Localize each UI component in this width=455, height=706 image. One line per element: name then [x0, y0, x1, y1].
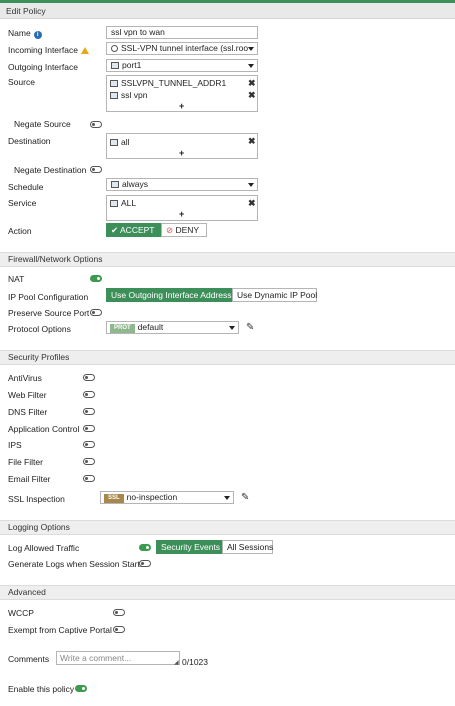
address-icon: [110, 80, 118, 87]
section-security-profiles: Security Profiles: [0, 350, 455, 365]
negate-destination-label: Negate Destination: [14, 165, 87, 175]
info-icon[interactable]: i: [33, 31, 42, 39]
add-icon[interactable]: +: [179, 149, 184, 158]
incoming-interface-select[interactable]: SSL-VPN tunnel interface (ssl.roo: [106, 42, 258, 55]
deny-button[interactable]: ⊘ DENY: [161, 223, 207, 237]
email-filter-toggle[interactable]: [83, 475, 95, 482]
comment-counter: 0/1023: [182, 657, 208, 667]
web-filter-toggle[interactable]: [83, 391, 95, 398]
pencil-icon[interactable]: ✎: [241, 493, 249, 503]
name-label: Name i: [8, 28, 42, 39]
destination-label: Destination: [8, 136, 51, 146]
chevron-down-icon: [248, 183, 254, 187]
destination-list[interactable]: all ✖ +: [106, 133, 258, 159]
page-title: Edit Policy: [0, 3, 455, 19]
security-events-button[interactable]: Security Events: [156, 540, 222, 554]
preserve-source-port-toggle[interactable]: [90, 309, 102, 316]
enable-policy-label: Enable this policy: [8, 684, 75, 694]
protocol-options-select[interactable]: PROT default: [106, 321, 239, 334]
schedule-label: Schedule: [8, 182, 44, 192]
pencil-icon[interactable]: ✎: [246, 323, 254, 333]
port-icon: [111, 62, 119, 69]
wccp-label: WCCP: [8, 608, 34, 618]
comment-textarea[interactable]: Write a comment...: [56, 651, 180, 665]
source-list[interactable]: SSLVPN_TUNNEL_ADDR1 ✖ ssl vpn ✖ +: [106, 75, 258, 112]
nat-label: NAT: [8, 274, 25, 284]
list-item: ALL: [110, 198, 136, 209]
antivirus-toggle[interactable]: [83, 374, 95, 381]
resize-handle-icon[interactable]: ◢: [174, 659, 179, 666]
source-label: Source: [8, 77, 35, 87]
ssl-inspection-select[interactable]: SSL no-inspection: [100, 491, 234, 504]
outgoing-interface-label: Outgoing Interface: [8, 62, 78, 72]
remove-icon[interactable]: ✖: [248, 91, 256, 100]
ssl-inspection-label: SSL Inspection: [8, 494, 65, 504]
outgoing-interface-select[interactable]: port1: [106, 59, 258, 72]
service-list[interactable]: ALL ✖ +: [106, 195, 258, 221]
name-input[interactable]: ssl vpn to wan: [106, 26, 258, 39]
list-item: all: [110, 137, 130, 148]
section-advanced: Advanced: [0, 585, 455, 600]
action-label: Action: [8, 226, 32, 236]
ips-toggle[interactable]: [83, 441, 95, 448]
file-filter-label: File Filter: [8, 457, 43, 467]
log-allowed-traffic-toggle[interactable]: [139, 544, 151, 551]
remove-icon[interactable]: ✖: [248, 199, 256, 208]
ssl-badge: SSL: [104, 494, 124, 503]
add-icon[interactable]: +: [179, 102, 184, 111]
address-icon: [110, 139, 118, 146]
file-filter-toggle[interactable]: [83, 458, 95, 465]
antivirus-label: AntiVirus: [8, 373, 42, 383]
chevron-down-icon: [229, 326, 235, 330]
check-icon: ✔: [111, 225, 121, 235]
list-item: ssl vpn: [110, 90, 147, 101]
section-logging-options: Logging Options: [0, 520, 455, 535]
chevron-down-icon: [248, 64, 254, 68]
dns-filter-toggle[interactable]: [83, 408, 95, 415]
negate-destination-toggle[interactable]: [90, 166, 102, 173]
chevron-down-icon: [224, 496, 230, 500]
exempt-captive-portal-label: Exempt from Captive Portal: [8, 625, 112, 635]
negate-source-label: Negate Source: [14, 119, 71, 129]
log-allowed-traffic-label: Log Allowed Traffic: [8, 543, 80, 553]
dns-filter-label: DNS Filter: [8, 407, 48, 417]
negate-source-toggle[interactable]: [90, 121, 102, 128]
ips-label: IPS: [8, 440, 22, 450]
accept-button[interactable]: ✔ ACCEPT: [106, 223, 161, 237]
chevron-down-icon: [248, 47, 254, 51]
exempt-captive-portal-toggle[interactable]: [113, 626, 125, 633]
tunnel-icon: [111, 45, 118, 52]
comments-label: Comments: [8, 654, 50, 664]
list-item: SSLVPN_TUNNEL_ADDR1: [110, 78, 226, 89]
enable-policy-toggle[interactable]: [75, 685, 87, 692]
ip-pool-label: IP Pool Configuration: [8, 292, 89, 302]
protocol-options-label: Protocol Options: [8, 324, 71, 334]
schedule-select[interactable]: always: [106, 178, 258, 191]
service-label: Service: [8, 198, 37, 208]
add-icon[interactable]: +: [179, 210, 184, 219]
section-firewall: Firewall/Network Options: [0, 252, 455, 267]
generate-logs-toggle[interactable]: [139, 560, 151, 567]
warning-icon: [80, 47, 89, 54]
use-outgoing-interface-button[interactable]: Use Outgoing Interface Address: [106, 288, 232, 302]
generate-logs-label: Generate Logs when Session Starts: [8, 559, 145, 569]
protocol-badge: PROT: [110, 324, 135, 333]
wccp-toggle[interactable]: [113, 609, 125, 616]
address-icon: [110, 92, 118, 99]
incoming-interface-label: Incoming Interface: [8, 45, 89, 55]
email-filter-label: Email Filter: [8, 474, 51, 484]
remove-icon[interactable]: ✖: [248, 79, 256, 88]
application-control-toggle[interactable]: [83, 425, 95, 432]
remove-icon[interactable]: ✖: [248, 137, 256, 146]
clock-icon: [111, 181, 119, 188]
web-filter-label: Web Filter: [8, 390, 47, 400]
preserve-source-port-label: Preserve Source Port: [8, 308, 90, 318]
application-control-label: Application Control: [8, 424, 80, 434]
nat-toggle[interactable]: [90, 275, 102, 282]
service-icon: [110, 200, 118, 207]
all-sessions-button[interactable]: All Sessions: [222, 540, 273, 554]
use-dynamic-ip-pool-button[interactable]: Use Dynamic IP Pool: [232, 288, 317, 302]
